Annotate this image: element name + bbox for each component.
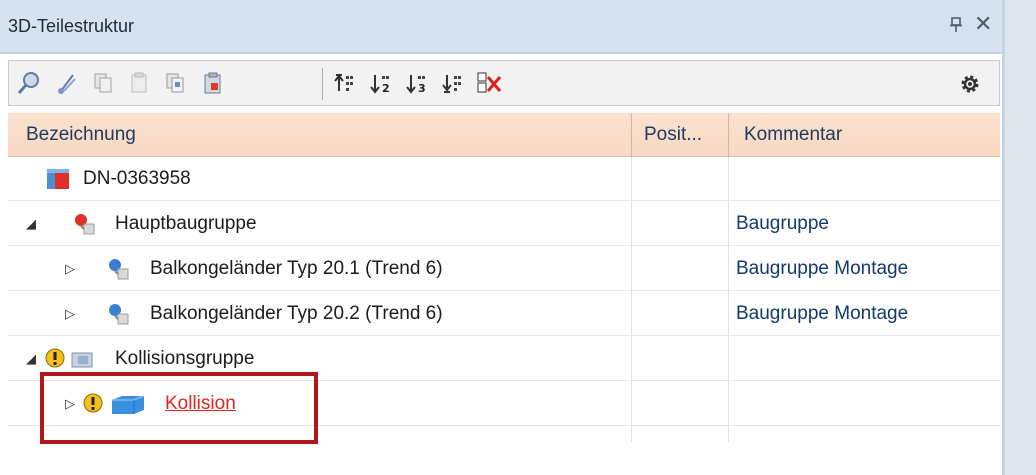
- panel-title: 3D-Teilestruktur: [8, 16, 135, 36]
- sort-up-icon[interactable]: [331, 69, 359, 97]
- svg-text:2: 2: [382, 82, 390, 95]
- gear-icon[interactable]: [953, 67, 987, 101]
- toolbar: 2 3: [8, 60, 1000, 106]
- row-label: Balkongeländer Typ 20.2 (Trend 6): [150, 303, 443, 324]
- sort-2-icon[interactable]: 2: [367, 69, 395, 97]
- assembly-root-icon: [46, 167, 70, 191]
- row-label: Balkongeländer Typ 20.1 (Trend 6): [150, 258, 443, 279]
- search-part-icon[interactable]: [15, 69, 43, 97]
- clear-sort-icon[interactable]: [475, 69, 503, 97]
- pin-icon[interactable]: [949, 17, 963, 37]
- collision-group-icon: [70, 347, 94, 371]
- parts-structure-panel: 3D-Teilestruktur ✕ 2 3 Bezeichnung Posit…: [0, 0, 1005, 475]
- collapse-icon[interactable]: ◢: [26, 351, 36, 367]
- tree-row[interactable]: ◢ Hauptbaugruppe Baugruppe: [8, 202, 1000, 246]
- expand-icon[interactable]: ▷: [65, 261, 75, 277]
- sort-3-icon[interactable]: 3: [403, 69, 431, 97]
- warning-icon: [44, 347, 68, 371]
- paste-icon[interactable]: [125, 69, 153, 97]
- column-header-position[interactable]: Posit...: [631, 113, 728, 157]
- tree-row[interactable]: DN-0363958: [8, 157, 1000, 201]
- panel-titlebar: 3D-Teilestruktur ✕: [0, 0, 1002, 54]
- expand-icon[interactable]: ▷: [65, 306, 75, 322]
- svg-text:3: 3: [418, 82, 426, 95]
- collapse-icon[interactable]: ◢: [26, 216, 36, 232]
- paste-structure-icon[interactable]: [199, 69, 227, 97]
- row-label: DN-0363958: [83, 168, 191, 189]
- sort-down-icon[interactable]: [439, 69, 467, 97]
- copy-structure-icon[interactable]: [161, 69, 189, 97]
- row-kommentar: Baugruppe Montage: [736, 258, 909, 279]
- tree-row[interactable]: ▷ Balkongeländer Typ 20.2 (Trend 6) Baug…: [8, 292, 1000, 336]
- row-kommentar: Baugruppe Montage: [736, 303, 909, 324]
- close-icon[interactable]: ✕: [974, 11, 992, 37]
- tree-row[interactable]: ▷ Balkongeländer Typ 20.1 (Trend 6) Baug…: [8, 247, 1000, 291]
- assembly-blue-icon: [106, 302, 130, 326]
- copy-icon[interactable]: [89, 69, 117, 97]
- row-label: Kollisionsgruppe: [115, 348, 255, 369]
- cut-icon[interactable]: [53, 69, 81, 97]
- column-header-kommentar[interactable]: Kommentar: [728, 113, 1000, 157]
- row-label: Hauptbaugruppe: [115, 213, 257, 234]
- assembly-red-icon: [72, 212, 96, 236]
- assembly-blue-icon: [106, 257, 130, 281]
- toolbar-separator: [322, 68, 323, 100]
- highlight-box: [40, 372, 318, 444]
- grid-header: Bezeichnung Posit... Kommentar: [8, 113, 1000, 157]
- column-header-bezeichnung[interactable]: Bezeichnung: [8, 113, 631, 157]
- row-kommentar: Baugruppe: [736, 213, 829, 234]
